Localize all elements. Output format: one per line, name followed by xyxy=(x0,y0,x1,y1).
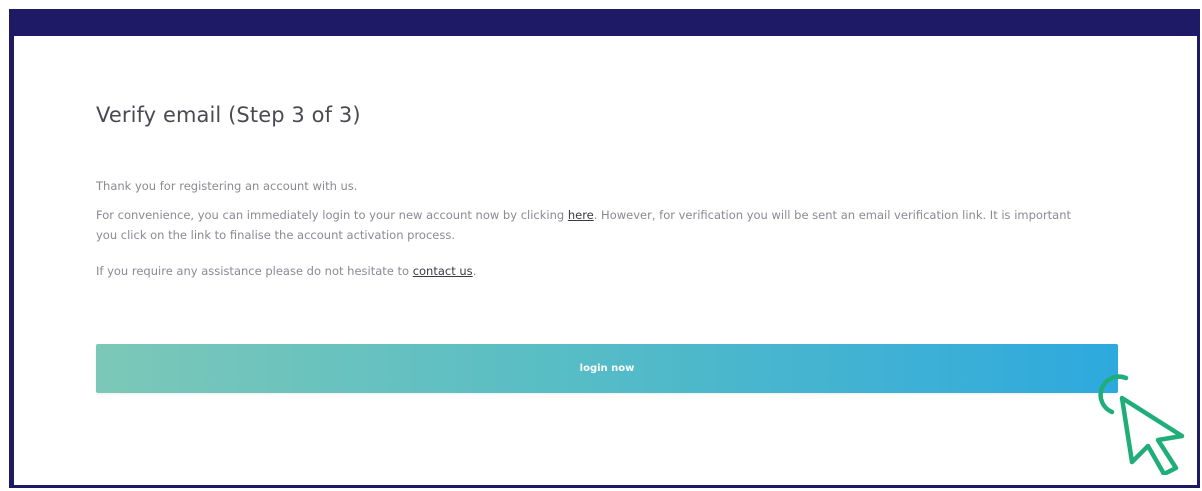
pointer-click-icon xyxy=(1098,374,1185,475)
thank-you-text: Thank you for registering an account wit… xyxy=(96,176,1086,196)
convenience-text-before: For convenience, you can immediately log… xyxy=(96,208,568,222)
assistance-text-before: If you require any assistance please do … xyxy=(96,264,413,278)
screen-frame: Verify email (Step 3 of 3) Thank you for… xyxy=(0,0,1202,491)
assistance-text: If you require any assistance please do … xyxy=(96,261,1086,281)
here-link[interactable]: here xyxy=(568,208,594,222)
thank-you-sentence: Thank you for registering an account wit… xyxy=(96,179,358,193)
page-title: Verify email (Step 3 of 3) xyxy=(96,103,361,127)
login-now-button[interactable]: login now xyxy=(96,344,1118,393)
contact-us-link[interactable]: contact us xyxy=(413,264,473,278)
convenience-text: For convenience, you can immediately log… xyxy=(96,205,1086,245)
assistance-text-after: . xyxy=(472,264,477,278)
verify-email-panel xyxy=(9,9,1200,488)
